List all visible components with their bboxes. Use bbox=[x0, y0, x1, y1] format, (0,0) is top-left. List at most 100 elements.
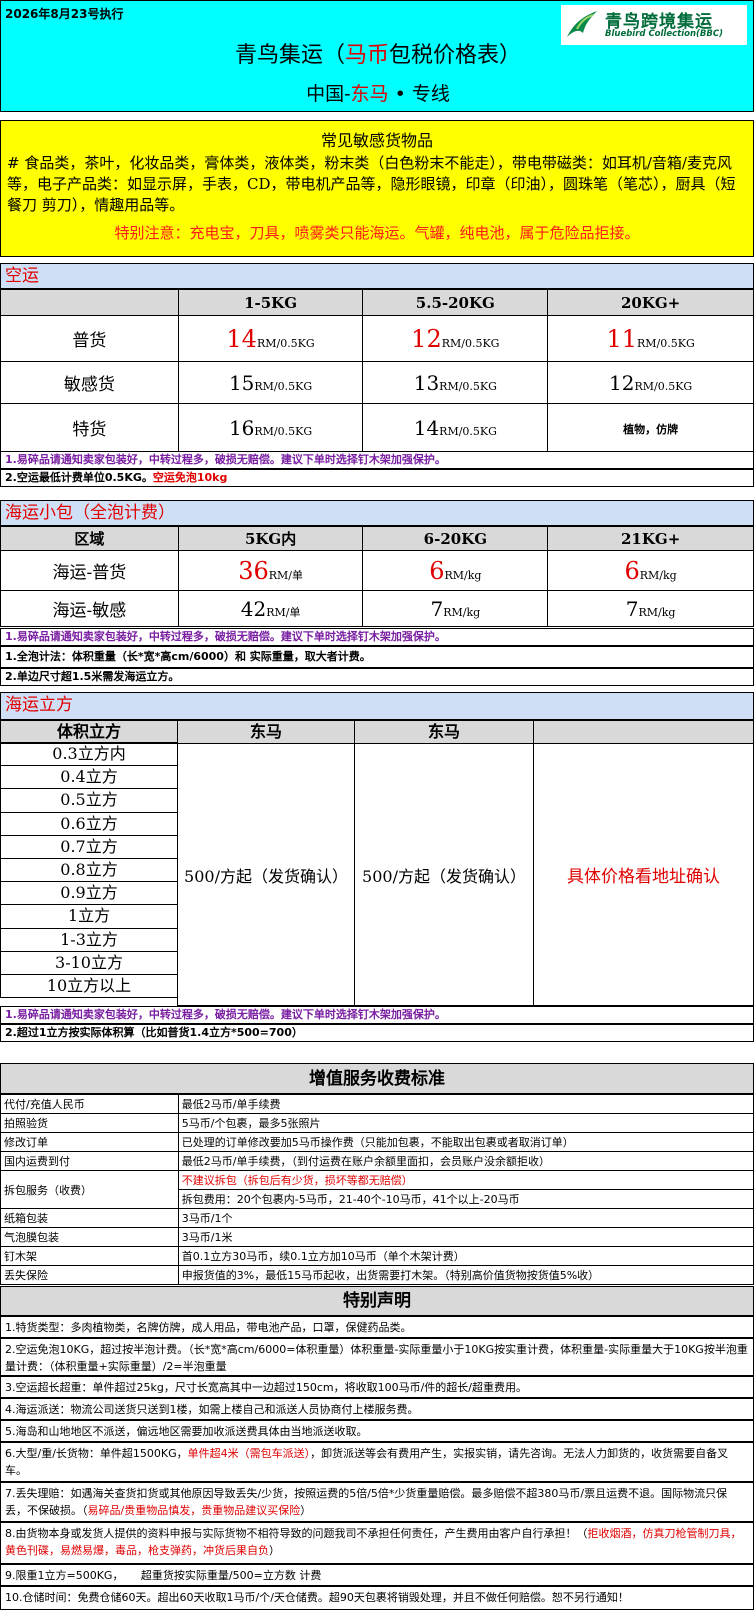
statement-item: 5.海岛和山地地区不派送，偏远地区需要加收派送费具体由当地派送收取。 bbox=[0, 1420, 754, 1442]
sensitive-list: # 食品类，茶叶，化妆品类，膏体类，液体类，粉末类（白色粉末不能走），带电带磁类… bbox=[7, 154, 736, 214]
price-cell: 15RM/0.5KG bbox=[177, 361, 364, 404]
note-highlight: 空运免泡10kg bbox=[152, 471, 228, 484]
price-unit: RM/0.5KG bbox=[637, 336, 695, 350]
volume-tier: 1-3立方 bbox=[0, 927, 178, 952]
price-cell: 12RM/0.5KG bbox=[362, 315, 549, 362]
sea-cube-note-1: 1.易碎品请通知卖家包装好，中转过程多，破损无赔偿。建议下单时选择钉木架加强保护… bbox=[0, 1006, 754, 1024]
table-header: 区域 bbox=[0, 526, 179, 551]
service-fee: 3马币/1米 bbox=[177, 1227, 754, 1247]
price-value: 12 bbox=[609, 370, 635, 395]
special-goods-note: 植物，仿牌 bbox=[623, 423, 679, 436]
sensitive-warning: 特别注意：充电宝，刀具，喷雾类只能海运。气罐，纯电池，属于危险品拒接。 bbox=[114, 224, 640, 242]
air-note-1: 1.易碎品请通知卖家包装好，中转过程多，破损无赔偿。建议下单时选择钉木架加强保护… bbox=[0, 451, 754, 469]
service-name: 修改订单 bbox=[0, 1132, 179, 1152]
price-cell: 14RM/0.5KG bbox=[362, 403, 549, 452]
execution-date: 2026年8月23号执行 bbox=[5, 7, 124, 21]
sensitive-goods-panel: 常见敏感货物品 # 食品类，茶叶，化妆品类，膏体类，液体类，粉末类（白色粉末不能… bbox=[0, 120, 754, 257]
service-name: 气泡膜包装 bbox=[0, 1227, 179, 1247]
volume-tier: 0.8立方 bbox=[0, 857, 178, 883]
price-unit: RM/0.5KG bbox=[256, 336, 315, 350]
statement-item: 8.由货物本身或发货人提供的资料申报与实际货物不相符导致的问题我司不承担任何责任… bbox=[0, 1522, 754, 1564]
statement-highlight: 易碎品/贵重物品慎发，贵重物品建议买保险 bbox=[87, 1504, 301, 1517]
sea-small-price-table: 区域 5KG内 6-20KG 21KG+ 海运-普货 36RM/单 6RM/kg… bbox=[0, 526, 754, 627]
table-header: 体积立方 bbox=[0, 720, 178, 744]
page-title: 青鸟集运（马币包税价格表） bbox=[1, 37, 754, 69]
table-header: 1-5KG bbox=[177, 289, 364, 316]
price-unit: RM/kg bbox=[638, 605, 676, 619]
price-cell: 6RM/kg bbox=[362, 550, 549, 591]
table-header: 6-20KG bbox=[362, 526, 549, 551]
volume-tier: 0.4立方 bbox=[0, 765, 178, 790]
volume-tier: 0.7立方 bbox=[0, 834, 178, 859]
price-unit: RM/0.5KG bbox=[439, 379, 497, 393]
row-label: 海运-敏感 bbox=[0, 590, 179, 627]
price-value: 14 bbox=[226, 324, 257, 353]
price-value: 15 bbox=[228, 370, 255, 395]
table-header bbox=[533, 720, 754, 744]
statement-item: 9.限重1立方=500KG， 超重货按实际重量/500=立方数 计费 bbox=[0, 1564, 754, 1586]
header: 2026年8月23号执行 青鸟跨境集运 Bluebird Collection(… bbox=[0, 0, 754, 112]
price-value: 13 bbox=[413, 370, 440, 395]
price-cell: 12RM/0.5KG bbox=[547, 361, 754, 404]
service-fee: 最低2马币/单手续费，（到付运费在账户余额里面扣，会员账户没余额拒收） bbox=[177, 1151, 754, 1171]
volume-tier: 0.6立方 bbox=[0, 811, 178, 836]
statement-text: 8.由货物本身或发货人提供的资料申报与实际货物不相符导致的问题我司不承担任何责任… bbox=[5, 1527, 588, 1540]
volume-tier: 0.5立方 bbox=[0, 788, 178, 813]
table-header: 20KG+ bbox=[547, 289, 754, 316]
sea-small-note-1: 1.易碎品请通知卖家包装好，中转过程多，破损无赔偿。建议下单时选择钉木架加强保护… bbox=[0, 628, 754, 646]
service-name: 代付/充值人民币 bbox=[0, 1094, 179, 1114]
row-label: 特货 bbox=[0, 403, 179, 452]
price-cell: 13RM/0.5KG bbox=[362, 361, 549, 404]
table-header bbox=[0, 289, 179, 316]
price-value: 12 bbox=[411, 324, 442, 353]
volume-list: 0.3立方内 0.4立方 0.5立方 0.6立方 0.7立方 0.8立方 0.9立方 1立方 1… bbox=[0, 742, 178, 999]
price-unit: RM/kg bbox=[444, 568, 482, 582]
price-unit: RM/0.5KG bbox=[441, 336, 500, 350]
sea-small-note-2: 1.全泡计法：体积重量（长*宽*高cm/6000）和 实际重量，取大者计费。 bbox=[0, 646, 754, 668]
price-unit: RM/kg bbox=[639, 568, 677, 582]
note-text: 2.空运最低计费单位0.5KG。 bbox=[5, 471, 153, 484]
table-header: 5.5-20KG bbox=[362, 289, 549, 316]
subtitle-part: 中国- bbox=[306, 83, 351, 105]
price-value: 6 bbox=[429, 556, 445, 585]
price-east-malaysia-2: 500/方起（发货确认） bbox=[354, 743, 534, 1006]
service-name: 拆包服务（收费） bbox=[0, 1170, 179, 1209]
service-fee: 申报货值的3%，最低15马币起收，出货需要打木架。（特别高价值货物按货值5%收） bbox=[177, 1265, 754, 1285]
statement-text: ） bbox=[300, 1504, 312, 1517]
service-fee: 不建议拆包（拆包后有少货，损坏等都无赔偿） bbox=[177, 1170, 754, 1190]
price-east-malaysia-1: 500/方起（发货确认） bbox=[177, 743, 355, 1006]
service-name: 钉木架 bbox=[0, 1246, 179, 1266]
volume-tier: 0.3立方内 bbox=[0, 742, 178, 767]
title-part: 包税价格表） bbox=[389, 43, 522, 68]
statement-item: 7.丢失理赔：如遇海关查货扣货或其他原因导致丢失/少货，按照运费的5倍/5倍*少… bbox=[0, 1482, 754, 1522]
services-title: 增值服务收费标准 bbox=[0, 1063, 754, 1094]
price-unit: RM/单 bbox=[266, 605, 301, 619]
service-fee: 已处理的订单修改要加5马币操作费（只能加包裹，不能取出包裹或者取消订单） bbox=[177, 1132, 754, 1152]
service-fee: 拆包费用：20个包裹内-5马币，21-40个-10马币，41个以上-20马币 bbox=[177, 1189, 754, 1209]
price-cell: 7RM/kg bbox=[547, 590, 754, 627]
statement-item: 3.空运超长超重：单件超过25kg，尺寸长宽高其中一边超过150cm，将收取10… bbox=[0, 1376, 754, 1398]
service-fee: 3马币/1个 bbox=[177, 1208, 754, 1228]
air-price-table: 1-5KG 5.5-20KG 20KG+ 普货 14RM/0.5KG 12RM/… bbox=[0, 289, 754, 452]
volume-tier: 3-10立方 bbox=[0, 950, 178, 975]
volume-tier: 0.9立方 bbox=[0, 881, 178, 906]
table-header: 21KG+ bbox=[547, 526, 754, 551]
service-fee: 5马币/个包裹，最多5张照片 bbox=[177, 1113, 754, 1133]
row-label: 敏感货 bbox=[0, 361, 179, 404]
service-name: 纸箱包装 bbox=[0, 1208, 179, 1228]
service-name: 国内运费到付 bbox=[0, 1151, 179, 1171]
price-unit: RM/0.5KG bbox=[634, 379, 693, 393]
price-unit: RM/0.5KG bbox=[254, 424, 313, 438]
price-cell: 7RM/kg bbox=[362, 590, 549, 627]
sea-cube-note-2: 2.超过1立方按实际体积算（比如普货1.4立方*500=700） bbox=[0, 1024, 754, 1042]
statement-item: 4.海运派送：物流公司送货只送到1楼，如需上楼自己和派送人员协商付上楼服务费。 bbox=[0, 1398, 754, 1420]
price-cell: 植物，仿牌 bbox=[547, 403, 754, 452]
air-section-title: 空运 bbox=[0, 263, 754, 289]
sea-cube-section-title: 海运立方 bbox=[0, 692, 754, 720]
statement-item: 10.仓储时间：免费仓储60天。超出60天收取1马币/个/天仓储费。超90天包裹… bbox=[0, 1586, 754, 1610]
price-value: 7 bbox=[625, 596, 639, 621]
service-name: 拍照验货 bbox=[0, 1113, 179, 1133]
price-cell: 6RM/kg bbox=[547, 550, 754, 591]
special-statement-title: 特别声明 bbox=[0, 1286, 754, 1316]
price-unit: RM/0.5KG bbox=[439, 424, 497, 438]
